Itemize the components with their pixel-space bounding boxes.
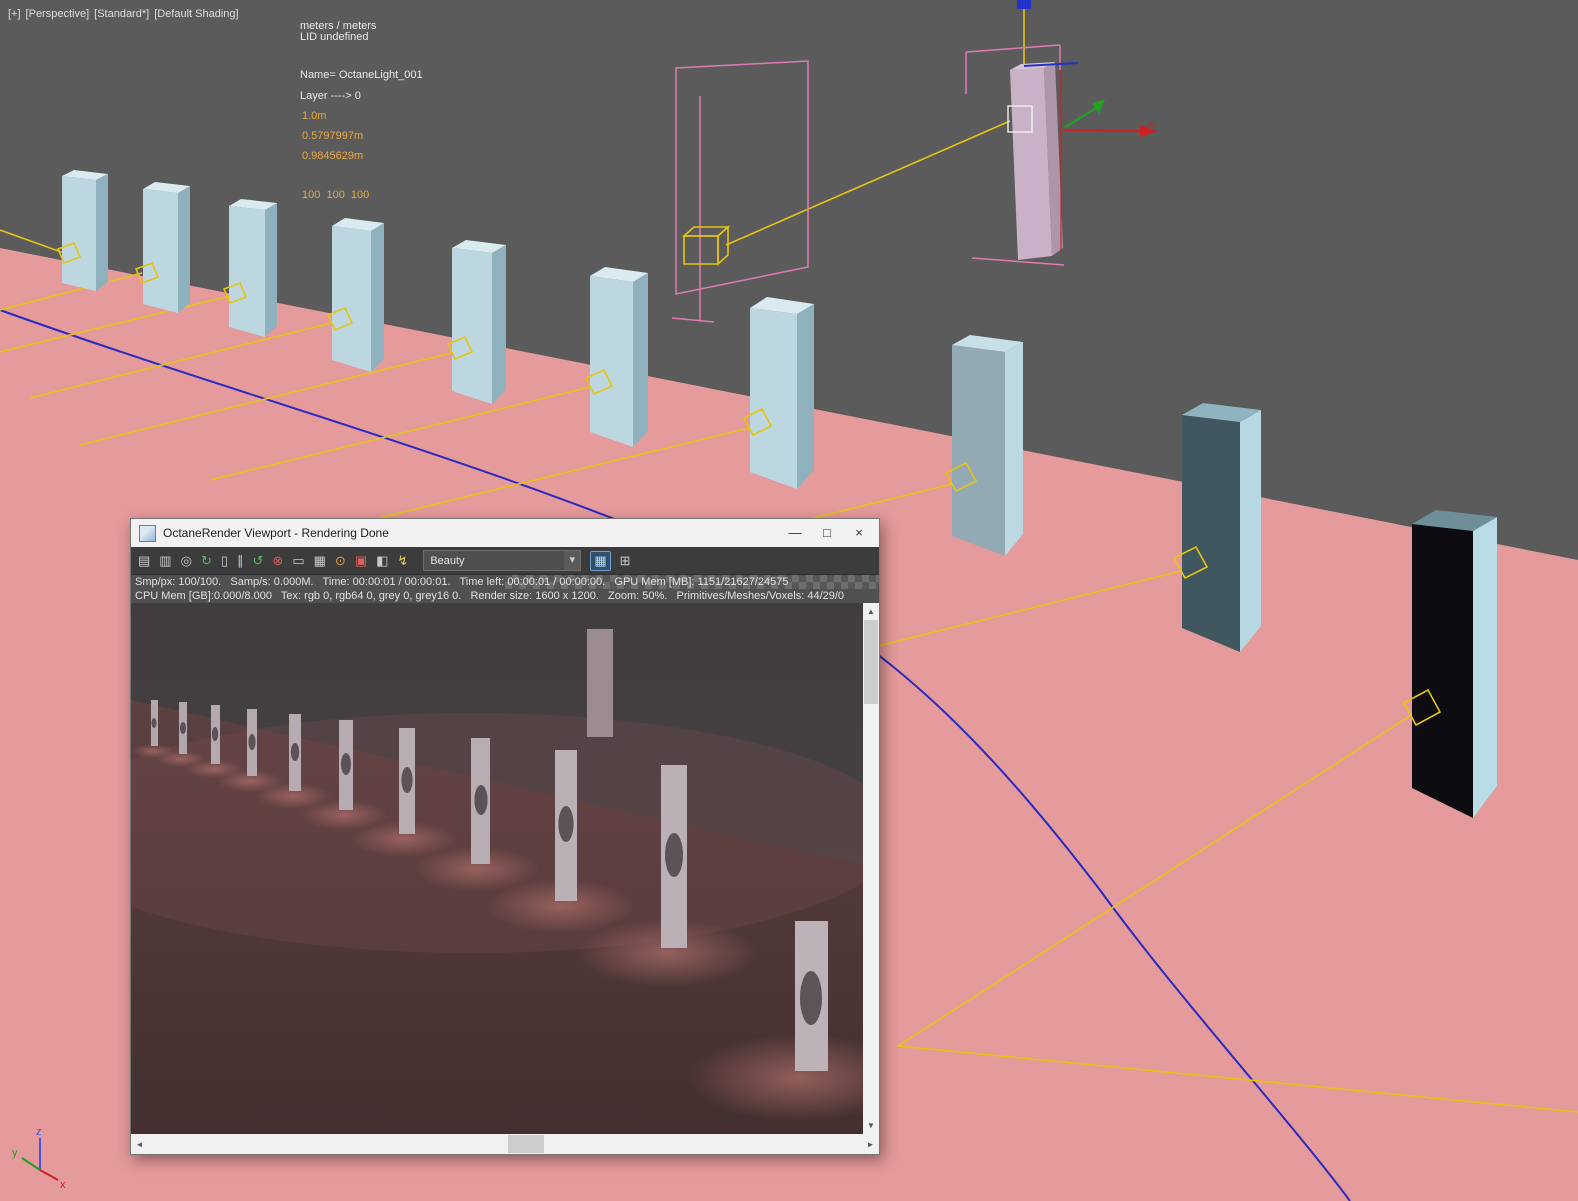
octane-render-window[interactable]: OctaneRender Viewport - Rendering Done —… [130,518,880,1155]
axis-x-label: x [60,1179,66,1191]
viewport-menu-renderer[interactable]: [Standard*] [94,8,149,20]
render-priority-icon[interactable]: ↯ [397,552,408,570]
pillar-4[interactable] [332,218,384,372]
refresh-render-icon[interactable]: ↻ [201,552,212,570]
horizontal-scroll-thumb[interactable] [508,1135,544,1153]
pillar-2[interactable] [143,182,190,313]
vertical-scroll-track[interactable] [863,704,879,1117]
copy-image-icon[interactable]: ▥ [159,552,171,570]
chevron-down-icon[interactable]: ▾ [564,551,581,570]
hud-object-name: Name= OctaneLight_001 [300,69,423,81]
horizontal-scrollbar[interactable]: ◄ ► [131,1134,879,1154]
close-button[interactable]: × [843,519,875,547]
hud-rgb: 100 100 100 [302,189,370,201]
save-render-icon[interactable]: ▤ [138,552,150,570]
axis-z-label: z [36,1126,42,1138]
gizmo-z-handle[interactable] [1017,0,1031,9]
restart-render-icon[interactable]: ↺ [253,552,264,570]
zoom-fit-icon[interactable]: ◎ [181,552,192,570]
pillar-7[interactable] [750,297,814,489]
horizontal-scroll-track[interactable] [148,1134,862,1154]
hud-layer: Layer ----> 0 [300,90,361,102]
region-render-icon[interactable]: ▭ [292,552,304,570]
render-emitter [587,629,613,737]
viewport-menu-shading[interactable]: [Default Shading] [154,8,238,20]
hud-lid: LID undefined [300,31,369,43]
render-pass-value: Beauty [430,554,465,567]
subsampling-icon[interactable]: ▦ [314,552,326,570]
stats-line-1: Smp/px: 100/100. Samp/s: 0.000M. Time: 0… [135,576,789,588]
rendered-image[interactable] [131,603,863,1134]
gizmo-x-label: x [1148,118,1154,130]
hud-length: 1.0m [302,110,327,122]
scroll-right-icon[interactable]: ► [862,1134,879,1154]
stop-render-icon[interactable]: ⊗ [272,552,283,570]
hud-height: 0.9845629m [302,150,364,162]
pillar-10[interactable] [1412,510,1497,818]
render-pass-dropdown[interactable]: Beauty ▾ [423,550,582,571]
render-layers-icon[interactable]: ⊞ [620,552,631,570]
scroll-down-icon[interactable]: ▼ [863,1117,879,1134]
pillar-1[interactable] [62,170,108,291]
stats-line-2: CPU Mem [GB]:0.000/8.000 Tex: rgb 0, rgb… [135,590,845,602]
focus-picker-icon[interactable]: ▣ [355,552,367,570]
pillar-8[interactable] [952,335,1023,556]
material-picker-icon[interactable]: ⊙ [335,552,346,570]
vertical-scroll-thumb[interactable] [864,620,878,704]
viewport-menu-pov[interactable]: [Perspective] [26,8,90,20]
render-toolbar: ▤ ▥ ◎ ↻ ▯ ∥ ↺ ⊗ ▭ ▦ ⊙ ▣ ◧ ↯ Beauty ▾ ▦ ⊞ [131,547,879,575]
lock-resolution-icon[interactable]: ▯ [221,552,228,570]
pillar-9[interactable] [1182,403,1261,652]
vertical-scrollbar[interactable]: ▲ ▼ [863,603,879,1134]
maximize-button[interactable]: □ [811,519,843,547]
viewport-menu-general[interactable]: [+] [8,8,21,20]
hud-width: 0.5797997m [302,130,364,142]
render-passes-icon[interactable]: ▦ [590,550,611,571]
scroll-left-icon[interactable]: ◄ [131,1134,148,1154]
pillar-5[interactable] [452,240,506,404]
world-axis-tripod: z y x [12,1126,66,1191]
white-balance-picker-icon[interactable]: ◧ [376,552,388,570]
render-window-title: OctaneRender Viewport - Rendering Done [163,526,389,540]
axis-y-label: y [12,1147,18,1159]
octane-app-icon [139,524,156,542]
scroll-up-icon[interactable]: ▲ [863,603,879,620]
pause-render-icon[interactable]: ∥ [237,552,244,570]
pillar-3[interactable] [229,199,277,337]
render-statsbar: Smp/px: 100/100. Samp/s: 0.000M. Time: 0… [131,575,879,603]
viewport-label: [+] [Perspective] [Standard*] [Default S… [8,8,239,20]
max-viewport: x [+] [Perspective] [Standard*] [Default… [0,0,1578,1201]
render-window-titlebar[interactable]: OctaneRender Viewport - Rendering Done —… [131,519,879,547]
pillar-6[interactable] [590,267,648,447]
minimize-button[interactable]: — [779,519,811,547]
